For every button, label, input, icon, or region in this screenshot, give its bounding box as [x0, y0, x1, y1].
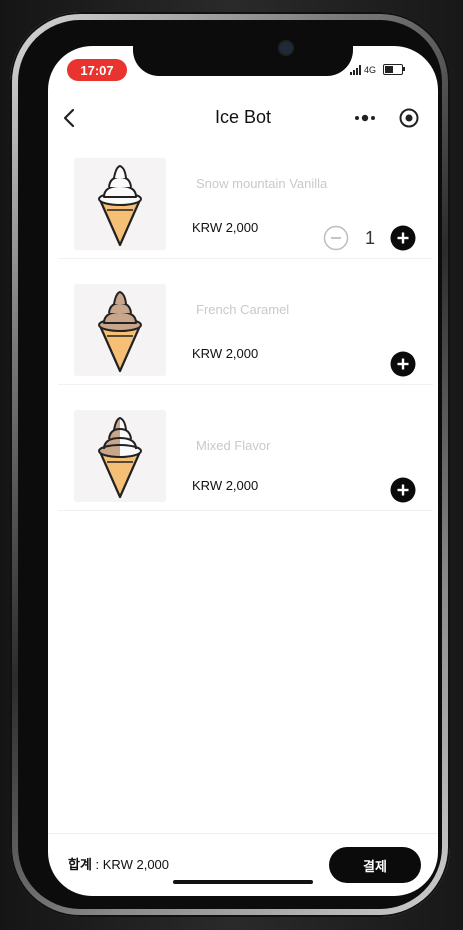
- order-total: 합계 : KRW 2,000: [68, 854, 169, 873]
- product-image: [74, 284, 166, 376]
- page-title: Ice Bot: [214, 107, 272, 127]
- pay-button[interactable]: 결제: [329, 847, 421, 883]
- product-image: [74, 158, 166, 250]
- app-header: Ice Bot: [48, 96, 438, 140]
- signal-icon: [350, 64, 361, 75]
- ice-cream-icon: [98, 416, 142, 499]
- product-card[interactable]: Mixed Flavor KRW 2,000: [58, 400, 433, 510]
- checkout-bar: 합계 : KRW 2,000 결제: [48, 833, 438, 897]
- product-name: Mixed Flavor: [196, 438, 271, 453]
- minus-icon[interactable]: [323, 225, 349, 251]
- add-icon[interactable]: [390, 225, 416, 251]
- product-name: French Caramel: [196, 302, 290, 317]
- total-label: 합계: [68, 857, 92, 872]
- product-price: KRW 2,000: [192, 220, 259, 235]
- network-label: 4G: [364, 64, 377, 75]
- product-image: [74, 410, 166, 502]
- add-icon[interactable]: [390, 477, 416, 503]
- product-card[interactable]: French Caramel KRW 2,000: [58, 274, 433, 384]
- quantity-value: 1: [365, 228, 376, 248]
- total-separator: :: [91, 857, 103, 872]
- ice-cream-icon: [98, 165, 142, 247]
- ice-cream-icon: [98, 291, 142, 373]
- product-card[interactable]: Snow mountain Vanilla KRW 2,000 1: [58, 148, 433, 258]
- battery-icon: [383, 64, 406, 75]
- add-icon[interactable]: [390, 351, 416, 377]
- product-name: Snow mountain Vanilla: [196, 176, 328, 191]
- total-value: KRW 2,000: [102, 857, 170, 872]
- notch: [133, 34, 353, 76]
- product-price: KRW 2,000: [192, 346, 259, 361]
- more-icon[interactable]: [353, 108, 377, 128]
- target-icon[interactable]: [398, 107, 420, 129]
- product-price: KRW 2,000: [192, 478, 259, 493]
- home-indicator: [173, 880, 313, 884]
- front-camera: [280, 42, 292, 54]
- status-time: 17:07: [67, 59, 127, 81]
- status-indicators: 4G: [350, 64, 406, 75]
